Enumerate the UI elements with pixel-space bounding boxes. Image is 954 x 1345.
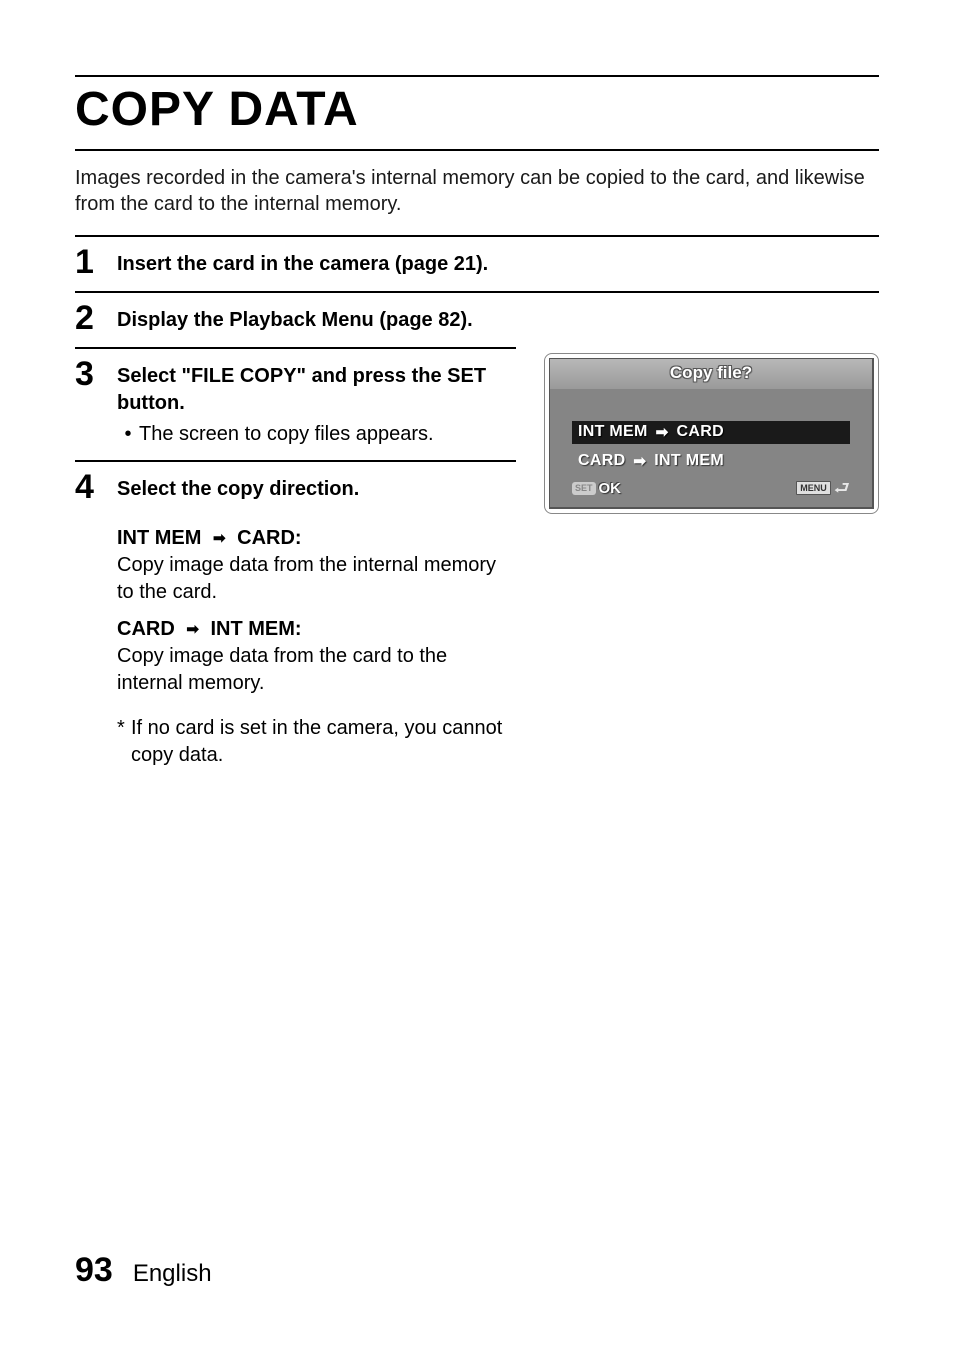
page-number: 93 xyxy=(75,1251,113,1290)
arrow-right-icon: ➡ xyxy=(213,529,226,549)
opt1-left: INT MEM xyxy=(117,527,201,549)
step-1-text: Insert the card in the camera (page 21). xyxy=(117,253,488,275)
note-text: If no card is set in the camera, you can… xyxy=(131,715,516,769)
step-3-number: 3 xyxy=(75,355,117,391)
step-3-bullet-text: The screen to copy files appears. xyxy=(139,421,434,448)
dialog-opt1-right: CARD xyxy=(677,423,724,441)
step-4-heading: Select the copy direction. xyxy=(117,476,516,503)
step-2-number: 2 xyxy=(75,299,117,335)
step-4: 4 Select the copy direction. INT MEM ➡ C… xyxy=(75,468,516,769)
title-underline xyxy=(75,149,879,151)
asterisk: * xyxy=(117,715,131,769)
step-3-rule xyxy=(75,460,516,462)
opt2-right: INT MEM: xyxy=(210,618,301,640)
dialog-title: Copy file? xyxy=(550,359,872,389)
set-icon: SET xyxy=(572,482,596,495)
bullet-dot: • xyxy=(117,421,139,448)
arrow-right-icon: ➡ xyxy=(186,620,199,640)
step-3-bullet: • The screen to copy files appears. xyxy=(117,421,516,448)
option-1-desc: Copy image data from the internal memory… xyxy=(117,552,516,606)
content-columns: 3 Select "FILE COPY" and press the SET b… xyxy=(75,335,879,769)
option-1-label: INT MEM ➡ CARD: xyxy=(117,525,516,552)
dialog-option-intmem-to-card[interactable]: INT MEM ➡ CARD xyxy=(572,421,850,444)
ok-label: OK xyxy=(599,480,622,497)
language-label: English xyxy=(133,1260,212,1288)
step-2: 2 Display the Playback Menu (page 82). xyxy=(75,299,879,335)
arrow-right-icon: ➡ xyxy=(633,452,646,470)
step-2-rule xyxy=(75,347,516,349)
option-2-desc: Copy image data from the card to the int… xyxy=(117,643,516,697)
camera-dialog: Copy file? INT MEM ➡ CARD CARD ➡ INT MEM xyxy=(549,358,874,509)
left-column: 3 Select "FILE COPY" and press the SET b… xyxy=(75,335,516,769)
camera-dialog-frame: Copy file? INT MEM ➡ CARD CARD ➡ INT MEM xyxy=(544,353,879,514)
menu-icon: MENU xyxy=(796,481,831,495)
dialog-set-ok[interactable]: SET OK xyxy=(572,480,621,497)
dialog-footer: SET OK MENU ⮐ xyxy=(572,479,850,497)
arrow-right-icon: ➡ xyxy=(656,423,669,441)
step-4-number: 4 xyxy=(75,468,117,504)
step-3-heading: Select "FILE COPY" and press the SET but… xyxy=(117,363,516,417)
dialog-opt2-left: CARD xyxy=(578,452,625,470)
step-2-text: Display the Playback Menu (page 82). xyxy=(117,309,473,331)
dialog-body: INT MEM ➡ CARD CARD ➡ INT MEM SET OK xyxy=(550,389,872,507)
dialog-menu-back[interactable]: MENU ⮐ xyxy=(796,479,850,497)
pre-steps-rule xyxy=(75,235,879,237)
step-1-number: 1 xyxy=(75,243,117,279)
page-title: COPY DATA xyxy=(75,82,879,137)
right-column: Copy file? INT MEM ➡ CARD CARD ➡ INT MEM xyxy=(544,335,879,769)
top-rule xyxy=(75,75,879,77)
option-2-label: CARD ➡ INT MEM: xyxy=(117,616,516,643)
return-icon: ⮐ xyxy=(834,479,850,497)
step-1: 1 Insert the card in the camera (page 21… xyxy=(75,243,879,279)
dialog-opt2-right: INT MEM xyxy=(654,452,724,470)
dialog-option-card-to-intmem[interactable]: CARD ➡ INT MEM xyxy=(572,450,850,473)
step-3: 3 Select "FILE COPY" and press the SET b… xyxy=(75,355,516,448)
dialog-opt1-left: INT MEM xyxy=(578,423,648,441)
step-1-rule xyxy=(75,291,879,293)
page-footer: 93 English xyxy=(75,1251,212,1290)
step-4-note: * If no card is set in the camera, you c… xyxy=(117,715,516,769)
intro-text: Images recorded in the camera's internal… xyxy=(75,165,879,217)
opt2-left: CARD xyxy=(117,618,175,640)
opt1-right: CARD: xyxy=(237,527,301,549)
